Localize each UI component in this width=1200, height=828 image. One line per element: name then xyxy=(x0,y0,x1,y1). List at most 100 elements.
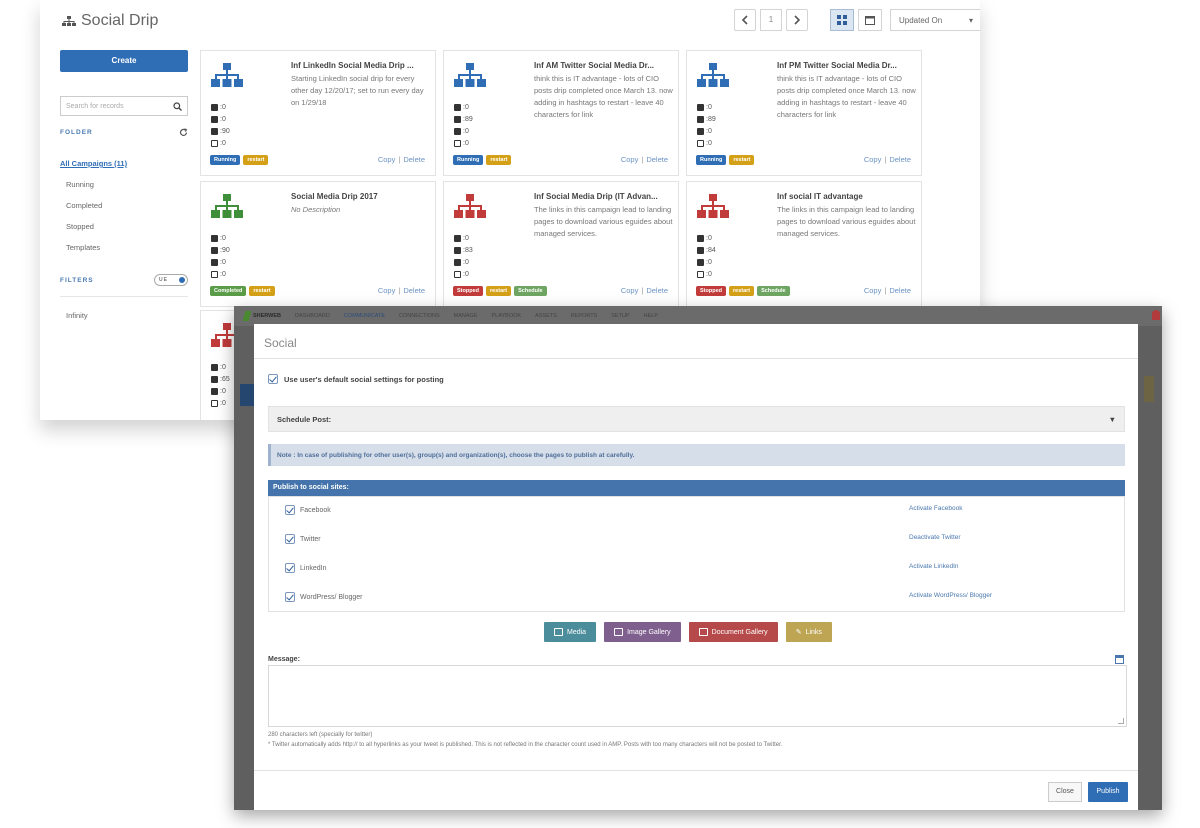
folder-running[interactable]: Running xyxy=(66,180,188,189)
social-site-activation-link[interactable]: Deactivate Twitter xyxy=(909,534,961,541)
card-actions: Copy | Delete xyxy=(621,155,668,164)
campaign-title[interactable]: Inf Social Media Drip (IT Advan... xyxy=(534,192,674,201)
org-chart-icon xyxy=(62,15,76,27)
social-site-name: WordPress/ Blogger xyxy=(300,593,363,601)
social-site-checkbox[interactable] xyxy=(285,534,295,544)
nav-item[interactable]: PLAYBOOK xyxy=(492,313,522,319)
card-actions: Copy | Delete xyxy=(621,286,668,295)
social-site-checkbox[interactable] xyxy=(285,563,295,573)
nav-item[interactable]: COMMUNICATE xyxy=(344,313,385,319)
schedule-post-dropdown[interactable]: Schedule Post: ▼ xyxy=(268,406,1125,432)
message-textarea[interactable] xyxy=(268,665,1127,727)
campaign-card[interactable]: Inf PM Twitter Social Media Dr... think t… xyxy=(686,50,922,176)
campaign-title[interactable]: Social Media Drip 2017 xyxy=(291,192,431,201)
campaign-card[interactable]: Inf social IT advantage The links in this… xyxy=(686,181,922,307)
nav-item[interactable]: DASHBOARD xyxy=(295,313,330,319)
close-button[interactable]: Close xyxy=(1048,782,1082,802)
stat-value: :89 xyxy=(463,115,473,123)
status-badge: Schedule xyxy=(757,286,790,296)
stat-value: :0 xyxy=(463,127,469,135)
folder-templates[interactable]: Templates xyxy=(66,243,188,252)
social-modal: Social Use user's default social setting… xyxy=(254,324,1138,810)
social-site-activation-link[interactable]: Activate Facebook xyxy=(909,505,962,512)
campaign-card[interactable]: Inf LinkedIn Social Media Drip ... Starti… xyxy=(200,50,436,176)
folder-completed[interactable]: Completed xyxy=(66,201,188,210)
social-site-checkbox[interactable] xyxy=(285,592,295,602)
links-button[interactable]: ✎ Links xyxy=(785,622,832,642)
filters-toggle[interactable]: UE xyxy=(154,274,188,286)
stat-row: :90 xyxy=(211,125,230,137)
folder-heading-text: FOLDER xyxy=(60,129,93,136)
message-label: Message: xyxy=(268,656,300,663)
prev-page-button[interactable] xyxy=(734,9,756,31)
image-gallery-label: Image Gallery xyxy=(627,628,671,636)
campaign-card[interactable]: Social Media Drip 2017 No Description:0:9… xyxy=(200,181,436,307)
copy-link[interactable]: Copy xyxy=(621,286,639,295)
copy-link[interactable]: Copy xyxy=(864,286,882,295)
card-actions: Copy | Delete xyxy=(864,155,911,164)
campaign-title[interactable]: Inf PM Twitter Social Media Dr... xyxy=(777,61,917,70)
create-button[interactable]: Create xyxy=(60,50,188,72)
copy-link[interactable]: Copy xyxy=(378,286,396,295)
background-panel xyxy=(1144,376,1154,402)
copy-link[interactable]: Copy xyxy=(378,155,396,164)
calendar-icon xyxy=(865,16,875,25)
stat-row: :0 xyxy=(211,361,230,373)
app-title: Social Drip xyxy=(62,12,158,30)
default-settings-row: Use user's default social settings for p… xyxy=(268,374,444,384)
social-site-name: LinkedIn xyxy=(300,564,327,572)
brand-logo: SHERWEB xyxy=(242,311,281,321)
default-settings-checkbox[interactable] xyxy=(268,374,278,384)
delete-link[interactable]: Delete xyxy=(403,155,425,164)
folder-stopped[interactable]: Stopped xyxy=(66,222,188,231)
campaign-title[interactable]: Inf AM Twitter Social Media Dr... xyxy=(534,61,674,70)
campaign-stats: :0:65:0:0 xyxy=(211,361,230,409)
stat-value: :84 xyxy=(706,246,716,254)
grid-view-button[interactable] xyxy=(830,9,854,31)
refresh-icon[interactable] xyxy=(179,128,188,137)
stat-row: :0 xyxy=(211,113,230,125)
campaign-card[interactable]: Inf AM Twitter Social Media Dr... think t… xyxy=(443,50,679,176)
media-button[interactable]: Media xyxy=(544,622,597,642)
calendar-icon[interactable] xyxy=(1115,655,1124,664)
nav-item[interactable]: SETUP xyxy=(611,313,629,319)
nav-item[interactable]: REPORTS xyxy=(571,313,598,319)
campaign-title[interactable]: Inf social IT advantage xyxy=(777,192,917,201)
nav-item[interactable]: MANAGE xyxy=(454,313,478,319)
stat-value: :83 xyxy=(463,246,473,254)
delete-link[interactable]: Delete xyxy=(889,155,911,164)
card-actions: Copy | Delete xyxy=(378,286,425,295)
modal-footer-divider xyxy=(254,770,1138,771)
next-page-button[interactable] xyxy=(786,9,808,31)
stat-row: :90 xyxy=(211,244,230,256)
calendar-view-button[interactable] xyxy=(858,9,882,31)
social-site-activation-link[interactable]: Activate WordPress/ Blogger xyxy=(909,592,992,599)
stat-value: :0 xyxy=(706,234,712,242)
page-number-input[interactable]: 1 xyxy=(760,9,782,31)
campaign-title[interactable]: Inf LinkedIn Social Media Drip ... xyxy=(291,61,431,70)
document-gallery-button[interactable]: Document Gallery xyxy=(688,622,778,642)
top-nav: SHERWEB DASHBOARD COMMUNICATE CONNECTIONS M… xyxy=(234,306,1162,326)
nav-item[interactable]: ASSETS xyxy=(535,313,557,319)
resize-grip-icon[interactable] xyxy=(1118,718,1124,724)
folder-all-campaigns[interactable]: All Campaigns (11) xyxy=(60,159,188,168)
campaign-card[interactable]: Inf Social Media Drip (IT Advan... The li… xyxy=(443,181,679,307)
delete-link[interactable]: Delete xyxy=(403,286,425,295)
social-site-activation-link[interactable]: Activate LinkedIn xyxy=(909,563,959,570)
copy-link[interactable]: Copy xyxy=(621,155,639,164)
social-site-checkbox[interactable] xyxy=(285,505,295,515)
stat-value: :0 xyxy=(463,258,469,266)
toolbar: 1 Updated On ▾ xyxy=(734,9,980,31)
copy-link[interactable]: Copy xyxy=(864,155,882,164)
publish-button[interactable]: Publish xyxy=(1088,782,1128,802)
sort-select[interactable]: Updated On ▾ xyxy=(890,9,980,31)
nav-item[interactable]: HELP xyxy=(644,313,658,319)
filter-item[interactable]: Infinity xyxy=(66,311,188,320)
delete-link[interactable]: Delete xyxy=(889,286,911,295)
delete-link[interactable]: Delete xyxy=(646,286,668,295)
nav-item[interactable]: CONNECTIONS xyxy=(399,313,440,319)
link-separator: | xyxy=(641,155,644,164)
image-gallery-button[interactable]: Image Gallery xyxy=(604,622,681,642)
search-input[interactable]: Search for records xyxy=(60,96,188,116)
delete-link[interactable]: Delete xyxy=(646,155,668,164)
